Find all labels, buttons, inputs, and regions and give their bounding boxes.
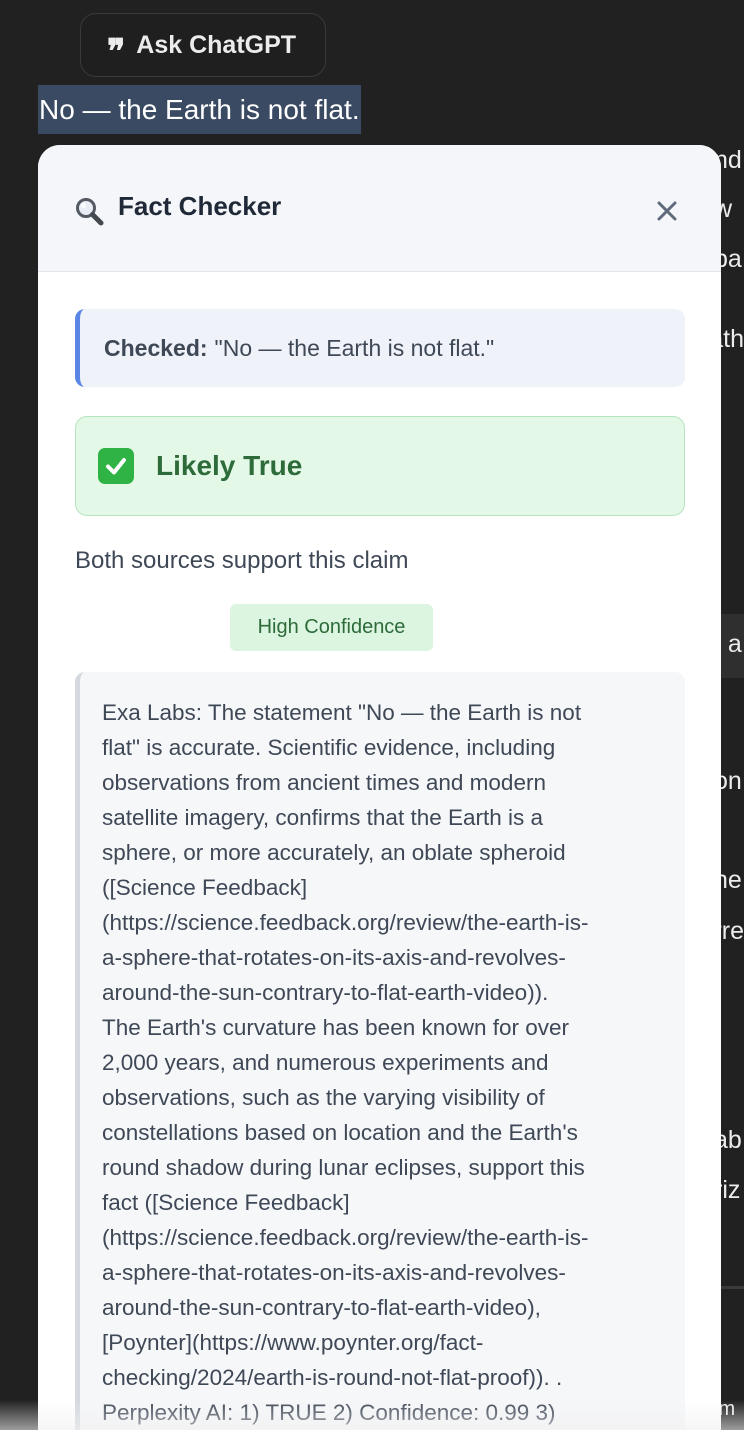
quote-icon: ❞ <box>107 32 125 72</box>
details-line: Perplexity AI: 1) TRUE 2) Confidence: 0.… <box>102 1400 556 1425</box>
checked-text: "No — the Earth is not flat." <box>214 334 495 361</box>
ask-chatgpt-label: Ask ChatGPT <box>136 30 297 59</box>
details-line: [Poynter](https://www.poynter.org/fact- <box>102 1330 484 1355</box>
details-line: a-sphere-that-rotates-on-its-axis-and-re… <box>102 945 566 970</box>
details-line: constellations based on location and the… <box>102 1120 578 1145</box>
details-line: (https://science.feedback.org/review/the… <box>102 1225 589 1250</box>
page: nd w pa ath t a on he rre ab riz im ❞ As… <box>0 0 744 1430</box>
details-line: flat" is accurate. Scientific evidence, … <box>102 735 556 760</box>
checked-label: Checked: <box>104 334 208 361</box>
details-line: Exa Labs: The statement "No — the Earth … <box>102 700 582 725</box>
source-details: Exa Labs: The statement "No — the Earth … <box>75 672 685 1430</box>
details-line: observations from ancient times and mode… <box>102 770 546 795</box>
details-line: 2,000 years, and numerous experiments an… <box>102 1050 549 1075</box>
magnifier-icon <box>76 198 104 226</box>
details-line: round shadow during lunar eclipses, supp… <box>102 1155 585 1180</box>
close-icon[interactable] <box>651 195 683 227</box>
panel-header: Fact Checker <box>38 145 721 272</box>
details-line: fact ([Science Feedback] <box>102 1190 350 1215</box>
details-line: around-the-sun-contrary-to-flat-earth-vi… <box>102 1295 541 1320</box>
checked-claim: Checked: "No — the Earth is not flat." <box>75 309 685 387</box>
panel-title: Fact Checker <box>118 191 282 221</box>
ask-chatgpt-button[interactable]: ❞ Ask ChatGPT <box>80 13 326 77</box>
check-icon <box>98 448 134 484</box>
details-line: ([Science Feedback] <box>102 875 308 900</box>
details-line: a-sphere-that-rotates-on-its-axis-and-re… <box>102 1260 566 1285</box>
fact-checker-panel: Fact Checker Checked: "No — the Earth is… <box>38 145 721 1430</box>
details-line: sphere, or more accurately, an oblate sp… <box>102 840 566 865</box>
details-line: observations, such as the varying visibi… <box>102 1085 545 1110</box>
verdict-label: Likely True <box>156 450 303 481</box>
confidence-badge: High Confidence <box>230 604 433 651</box>
details-line: checking/2024/earth-is-round-not-flat-pr… <box>102 1365 563 1390</box>
verdict-summary: Both sources support this claim <box>75 547 409 574</box>
details-line: (https://science.feedback.org/review/the… <box>102 910 589 935</box>
details-line: satellite imagery, confirms that the Ear… <box>102 805 544 830</box>
verdict-banner: Likely True <box>75 416 685 516</box>
selected-text[interactable]: No — the Earth is not flat. <box>38 85 361 134</box>
details-line: around-the-sun-contrary-to-flat-earth-vi… <box>102 980 549 1005</box>
details-line: The Earth's curvature has been known for… <box>102 1015 570 1040</box>
